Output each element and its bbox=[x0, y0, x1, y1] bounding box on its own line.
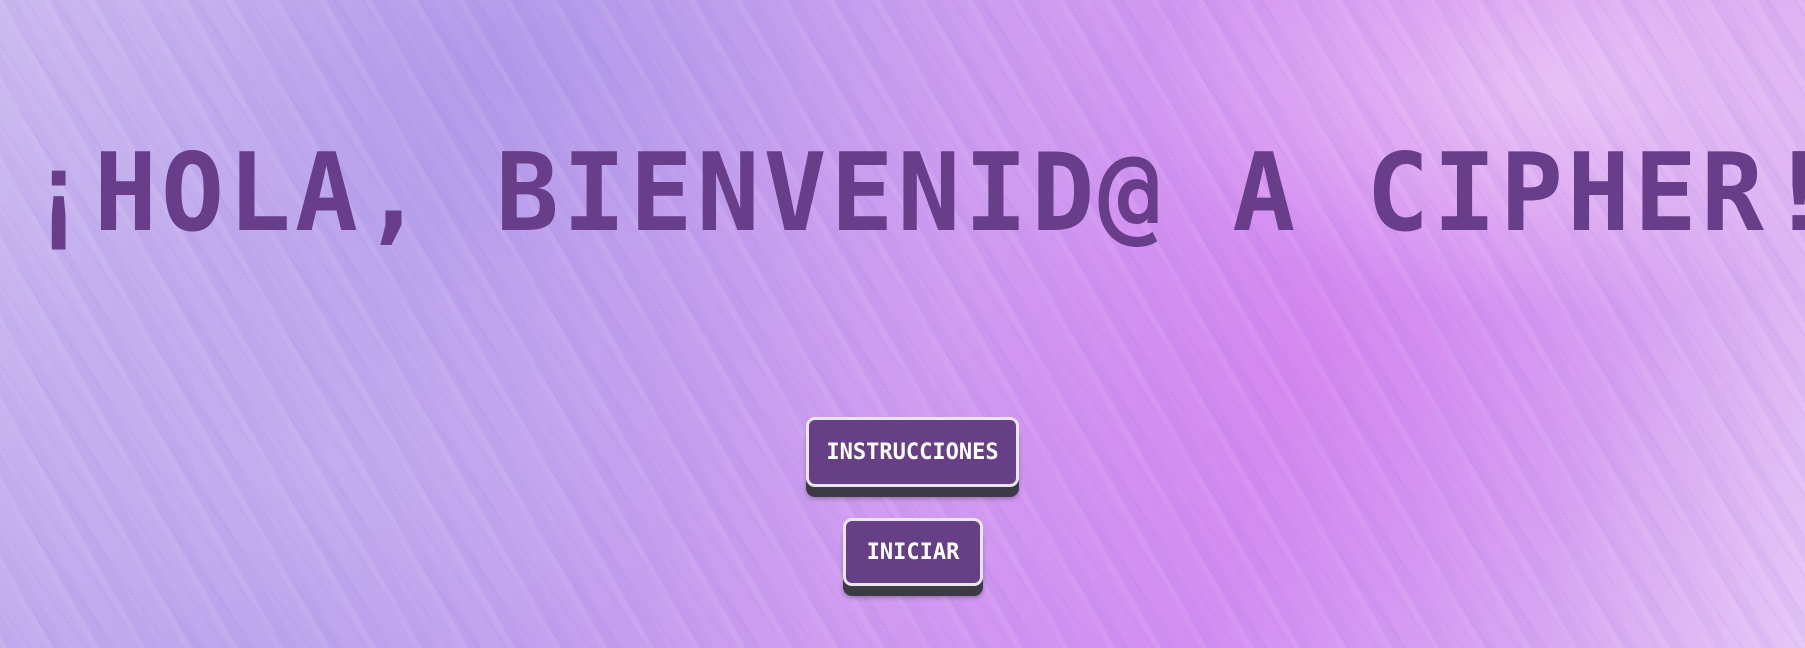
instructions-button[interactable]: INSTRUCCIONES bbox=[806, 417, 1019, 487]
welcome-title: ¡HOLA, BIENVENID@ A CIPHER! bbox=[27, 131, 1805, 256]
start-button[interactable]: INICIAR bbox=[843, 518, 983, 586]
